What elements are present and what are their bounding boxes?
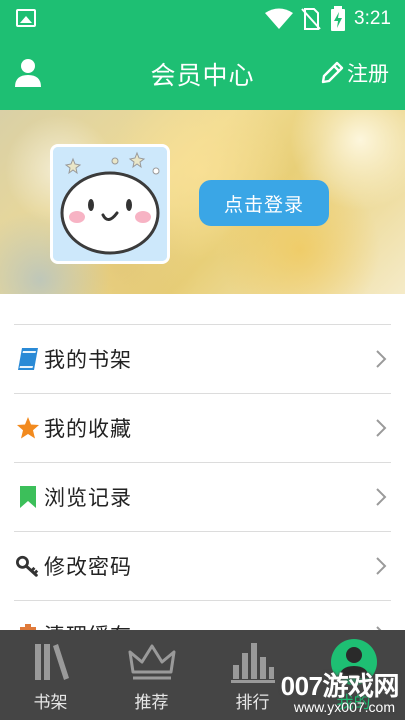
key-icon xyxy=(16,554,40,578)
status-time: 3:21 xyxy=(354,8,391,29)
status-bar: 3:21 xyxy=(0,0,405,38)
menu-item-label: 浏览记录 xyxy=(44,486,132,510)
menu-item-history[interactable]: 浏览记录 xyxy=(14,462,391,531)
bookmark-icon xyxy=(16,485,40,509)
register-button[interactable]: 注册 xyxy=(319,58,389,88)
menu-item-label: 我的书架 xyxy=(44,348,132,372)
menu-item-change-password[interactable]: 修改密码 xyxy=(14,531,391,600)
star-icon xyxy=(16,416,40,440)
menu-item-label: 我的收藏 xyxy=(44,417,132,441)
login-button[interactable]: 点击登录 xyxy=(199,180,329,226)
chevron-right-icon xyxy=(376,419,387,437)
tab-recommend[interactable]: 推荐 xyxy=(101,630,202,720)
menu-item-bookshelf[interactable]: 我的书架 xyxy=(14,324,391,393)
app-header: 会员中心 注册 xyxy=(0,38,405,110)
watermark-main: 007游戏网 xyxy=(280,671,400,701)
chevron-right-icon xyxy=(376,557,387,575)
cartoon-face-avatar xyxy=(53,147,167,261)
watermark-sub: www.yx007.com xyxy=(293,699,395,715)
system-icons: 3:21 xyxy=(264,6,405,32)
image-notification-icon xyxy=(16,9,36,27)
books-icon xyxy=(0,638,101,686)
tab-label: 推荐 xyxy=(134,693,169,713)
book-icon xyxy=(16,347,40,371)
battery-charging-icon xyxy=(331,6,346,31)
tab-label: 书架 xyxy=(33,693,68,713)
chevron-right-icon xyxy=(376,350,387,368)
pencil-icon xyxy=(321,61,344,84)
menu-item-label: 修改密码 xyxy=(44,555,132,579)
menu-list: 我的书架 我的收藏 浏览记录 修改密码 xyxy=(14,324,391,669)
menu-item-favorites[interactable]: 我的收藏 xyxy=(14,393,391,462)
chevron-right-icon xyxy=(376,488,387,506)
tab-bookshelf[interactable]: 书架 xyxy=(0,630,101,720)
no-sim-icon xyxy=(301,8,321,30)
profile-banner: 点击登录 xyxy=(0,110,405,294)
crown-icon xyxy=(101,638,202,686)
register-label: 注册 xyxy=(347,62,389,86)
avatar[interactable] xyxy=(50,144,170,264)
watermark: 007游戏网 www.yx007.com xyxy=(281,666,400,718)
wifi-icon xyxy=(265,8,294,29)
